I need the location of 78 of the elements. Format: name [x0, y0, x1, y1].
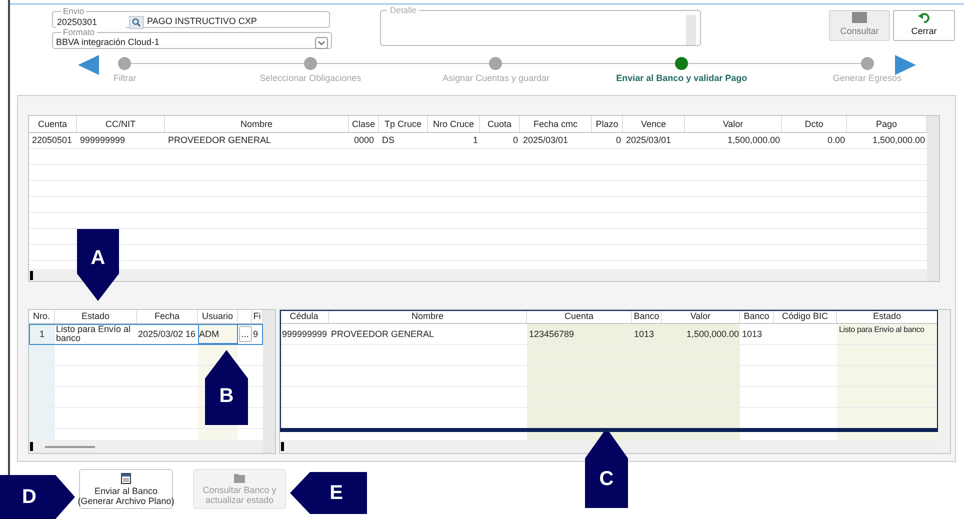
column-header[interactable]: Estado	[55, 310, 137, 323]
callout-marker: D	[0, 475, 75, 519]
table-cell-text: Listo para Envío al banco	[55, 324, 132, 344]
scrollbar[interactable]	[29, 269, 927, 281]
table-cell-text: PROVEEDOR GENERAL	[167, 134, 272, 147]
column-header[interactable]: CC/NIT	[77, 116, 165, 132]
table-cell: 1	[29, 324, 55, 344]
column-header[interactable]: Cédula	[280, 310, 329, 323]
column-header[interactable]: Banco	[740, 310, 774, 323]
group-label: Formato	[62, 28, 96, 36]
column-header[interactable]: Nombre	[165, 116, 349, 132]
table-cell-text: 0	[512, 134, 519, 147]
table-cell: 1,500,000.00	[662, 324, 740, 344]
table-cell: 1013	[632, 324, 662, 344]
next-button[interactable]	[895, 55, 916, 75]
column-header[interactable]: Fecha cmc	[520, 116, 592, 132]
step-label: Seleccionar Obligaciones	[260, 72, 362, 85]
group-label: Detalle	[389, 6, 418, 14]
column-header[interactable]: Nro Cruce	[428, 116, 480, 132]
document-icon	[121, 472, 131, 484]
step-label: Filtrar	[113, 72, 136, 85]
table-cell-text: 1	[472, 134, 479, 147]
folder-icon	[234, 473, 245, 483]
ellipsis-button[interactable]: ...	[238, 326, 252, 342]
column-header[interactable]: Valor	[662, 310, 740, 323]
table-cell-text: PROVEEDOR GENERAL	[330, 328, 436, 341]
step-label: Enviar al Banco y validar Pago	[616, 72, 748, 85]
table-cell-text: 1,500,000.00	[871, 134, 926, 147]
scrollbar[interactable]	[280, 440, 938, 453]
column-header[interactable]: Código BIC	[774, 310, 837, 323]
close-button[interactable]: Cerrar	[893, 10, 955, 41]
description-text: PAGO INSTRUCTIVO CXP	[147, 15, 257, 28]
format-dropdown[interactable]: BBVA integración Cloud-1	[56, 36, 328, 50]
step-label: Asignar Cuentas y guardar	[442, 72, 550, 85]
send-button[interactable]: Enviar al Banco (Generar Archivo Plano)	[79, 469, 173, 509]
table-cell-text: 999999999	[281, 328, 328, 341]
column-header[interactable]: Vence	[623, 116, 685, 132]
column-header[interactable]: Cuota	[480, 116, 520, 132]
table-cell-text: 2025/03/02 16	[137, 328, 197, 340]
table-cell-text: 9	[252, 328, 260, 340]
table-cell: ADM	[198, 324, 238, 344]
square-icon	[852, 12, 867, 24]
scrollbar[interactable]	[927, 116, 939, 281]
scrollbar[interactable]	[29, 440, 263, 453]
scrollbar[interactable]	[938, 310, 950, 453]
callout-marker: E	[290, 472, 367, 514]
previous-button[interactable]	[78, 55, 99, 75]
chevron-down-icon	[315, 36, 328, 49]
table-cell-text: 0000	[352, 134, 376, 147]
table-cell-text: 999999999	[79, 134, 126, 147]
column-header[interactable]: Valor	[685, 116, 782, 132]
column-header[interactable]: Nro.	[29, 310, 55, 323]
group-label: Envio	[62, 7, 86, 15]
table-cell: Listo para Envío al banco	[837, 324, 938, 344]
column-header[interactable]: Nombre	[329, 310, 527, 323]
table-cell-text: 0	[614, 134, 622, 147]
table-cell-text: 0.00	[826, 134, 846, 147]
search-button[interactable]	[129, 16, 144, 28]
step-label: Generar Egresos	[832, 72, 902, 85]
column-header[interactable]: Plazo	[592, 116, 623, 132]
table-cell-text: 1013	[741, 328, 764, 341]
column-header[interactable]: Banco	[632, 310, 662, 323]
column-header[interactable]: Cuenta	[527, 310, 632, 323]
column-header[interactable]: Fecha	[137, 310, 198, 323]
table-cell: 123456789	[527, 324, 632, 344]
table-cell-text: DS	[381, 134, 396, 147]
table-cell-text: 22050501	[31, 134, 74, 147]
table-cell-text: 2025/03/01	[625, 134, 672, 147]
column-header[interactable]: Cuenta	[29, 116, 77, 132]
column-header[interactable]: Tp Cruce	[379, 116, 428, 132]
table-cell-text: 2025/03/01	[522, 134, 570, 147]
search-icon	[132, 18, 141, 26]
column-header[interactable]: Usuario	[198, 310, 238, 323]
scrollbar[interactable]	[263, 310, 275, 453]
column-header[interactable]: Clase	[349, 116, 379, 132]
table-cell-text: 1,500,000.00	[726, 134, 781, 147]
undo-arrow-icon	[918, 12, 930, 24]
column-header[interactable]: Dcto	[782, 116, 847, 132]
